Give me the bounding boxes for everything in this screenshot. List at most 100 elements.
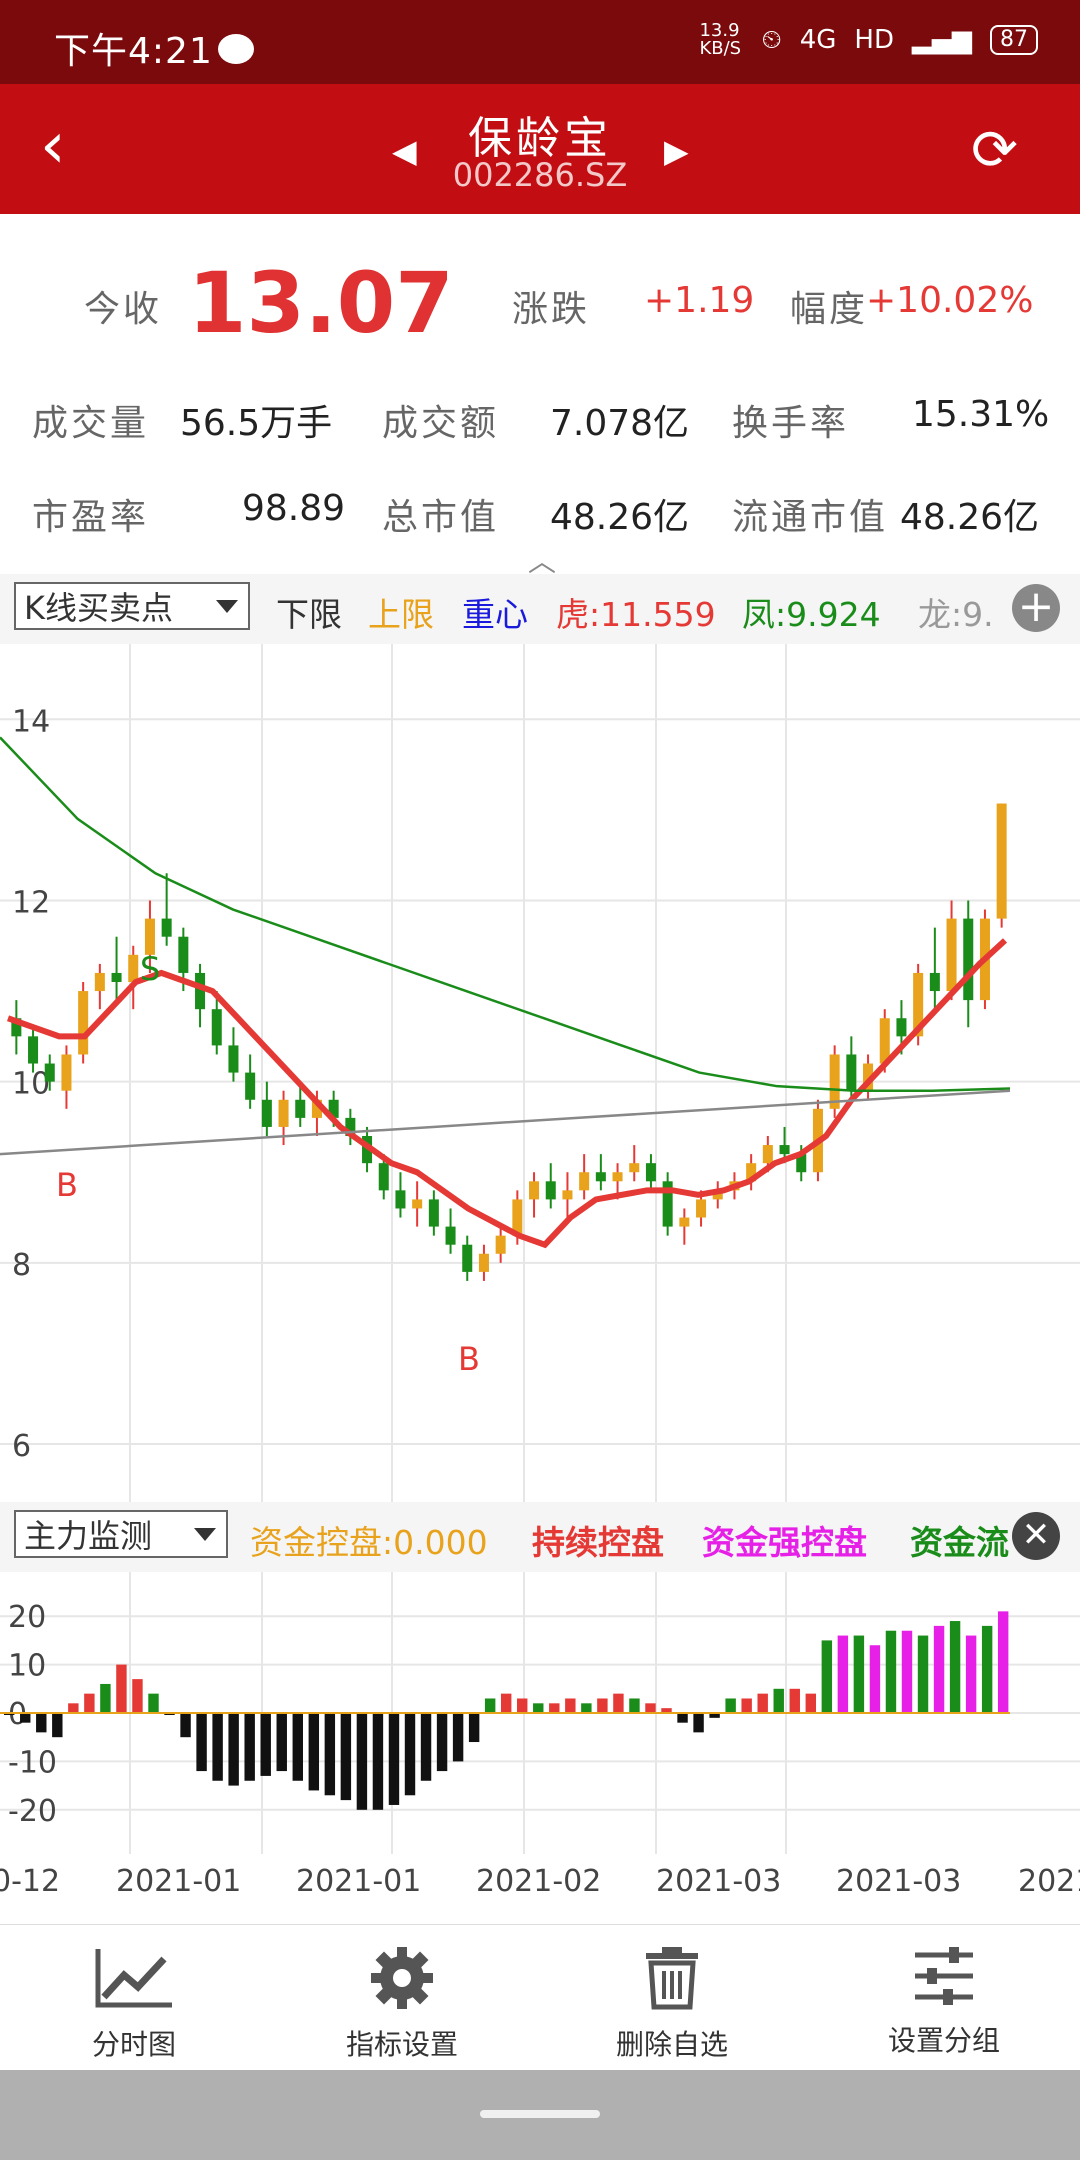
x-tick: 2021	[1018, 1864, 1080, 1899]
fund-bar	[484, 1698, 496, 1713]
candle-body	[963, 918, 974, 1001]
fund-bar	[869, 1645, 881, 1713]
sub-y-tick-label: -10	[8, 1745, 57, 1780]
fund-bar	[308, 1713, 320, 1791]
volume-label: 成交量	[32, 403, 150, 444]
sell-marker: S	[140, 950, 160, 988]
candle-body	[128, 954, 139, 982]
candle-body	[111, 972, 122, 982]
fund-bar	[148, 1693, 159, 1713]
candle-body	[779, 1145, 790, 1155]
quote-panel: 今收 13.07 涨跌 +1.19 幅度 +10.02% 成交量 56.5万手 …	[0, 214, 1080, 578]
candle-body	[495, 1235, 506, 1254]
candle-body	[846, 1054, 857, 1091]
kline-chart[interactable]: 14 12 10 8 6 S B B	[0, 644, 1080, 1502]
fund-bar	[436, 1713, 448, 1772]
sub-y-tick-label: 10	[8, 1649, 46, 1684]
change-label: 涨跌	[512, 289, 591, 330]
next-stock-icon[interactable]: ▶	[664, 132, 689, 170]
fund-bar	[244, 1713, 255, 1781]
fund-bar	[837, 1635, 849, 1713]
nav-timeshare[interactable]: 分时图	[44, 1945, 224, 2063]
alarm-icon: ⏲	[761, 24, 782, 55]
fund-monitor-chart[interactable]: 20100-10-20	[0, 1572, 1080, 1854]
candle-body	[228, 1045, 239, 1073]
legend-lower: 下限	[276, 595, 342, 634]
candle-body	[395, 1190, 406, 1209]
home-indicator[interactable]	[480, 2110, 600, 2118]
gear-icon	[371, 1947, 433, 2009]
float-cap-label: 流通市值	[732, 497, 889, 538]
candle-body	[696, 1199, 707, 1218]
fund-bar	[901, 1630, 913, 1713]
chevron-down-icon	[194, 1528, 216, 1541]
candle-body	[529, 1181, 540, 1200]
add-indicator-button[interactable]: +	[1012, 584, 1060, 632]
refresh-icon[interactable]: ⟳	[971, 118, 1018, 183]
fund-bar	[420, 1713, 432, 1781]
legend-flow: 资金流	[910, 1523, 1009, 1562]
fund-bar	[613, 1693, 624, 1713]
y-tick-label: 6	[12, 1429, 31, 1464]
main-indicator-label: K线买卖点	[24, 589, 173, 627]
candle-body	[412, 1199, 423, 1209]
fund-bar	[116, 1664, 127, 1713]
legend-center: 重心	[462, 595, 528, 634]
chevron-down-icon	[216, 600, 238, 613]
nav-group-settings[interactable]: 设置分组	[854, 1945, 1034, 2059]
sub-indicator-select[interactable]: 主力监测	[14, 1510, 228, 1558]
series-line-dragon	[0, 1089, 1011, 1156]
volume-value: 56.5万手	[180, 403, 333, 444]
candle-body	[562, 1190, 573, 1200]
app-bar: ‹ ◀ 保龄宝 002286.SZ ▶ ⟳	[0, 84, 1080, 214]
fund-bar	[997, 1611, 1009, 1713]
buy-marker: B	[458, 1340, 480, 1378]
y-tick-label: 14	[12, 704, 50, 739]
y-tick-label: 12	[12, 885, 50, 920]
sub-indicator-label: 主力监测	[24, 1517, 153, 1555]
fund-bar	[949, 1621, 961, 1713]
nav-delete-watchlist[interactable]: 删除自选	[582, 1945, 762, 2063]
nav-label: 分时图	[91, 2028, 176, 2061]
change-value: +1.19	[644, 280, 755, 321]
candle-body	[946, 918, 957, 992]
nav-indicator-settings[interactable]: 指标设置	[312, 1945, 492, 2063]
fund-bar	[965, 1635, 977, 1713]
candle-body	[245, 1072, 256, 1100]
close-indicator-button[interactable]: ✕	[1012, 1512, 1060, 1560]
fund-bar	[228, 1713, 239, 1786]
fund-bar	[789, 1688, 800, 1713]
candle-body	[261, 1099, 272, 1127]
fund-bar	[677, 1713, 688, 1723]
fund-bar	[20, 1713, 31, 1723]
status-time: 下午4:21	[54, 31, 213, 72]
candle-body	[762, 1145, 773, 1164]
market-cap-label: 总市值	[382, 497, 500, 538]
float-cap-value: 48.26亿	[900, 497, 1040, 538]
candle-body	[295, 1099, 306, 1118]
close-price: 13.07	[188, 254, 454, 352]
fund-bar	[549, 1703, 560, 1713]
nav-label: 指标设置	[345, 2028, 458, 2061]
chart-line-icon	[95, 1949, 172, 2008]
battery-indicator: 87	[990, 25, 1038, 55]
candle-body	[629, 1163, 640, 1173]
fund-bar	[340, 1713, 352, 1801]
candle-body	[996, 803, 1007, 919]
fund-bar	[500, 1693, 512, 1713]
fund-bar	[84, 1693, 95, 1713]
candle-body	[579, 1172, 590, 1191]
fund-bar	[741, 1698, 752, 1713]
bottom-nav: 分时图 指标设置 删除自选 设置分组	[0, 1924, 1080, 2071]
fund-bar	[885, 1630, 897, 1713]
pe-label: 市盈率	[32, 497, 150, 538]
candle-body	[378, 1163, 389, 1191]
x-axis: 0-12 2021-01 2021-01 2021-02 2021-03 202…	[0, 1854, 1080, 1924]
candle-body	[178, 936, 189, 973]
legend-phoenix: 凤:9.924	[742, 595, 881, 634]
nav-label: 删除自选	[615, 2028, 728, 2061]
sub-y-tick-label: -20	[8, 1794, 57, 1829]
candle-body	[278, 1099, 289, 1127]
nav-label: 设置分组	[887, 2024, 1000, 2057]
main-indicator-select[interactable]: K线买卖点	[14, 582, 250, 630]
